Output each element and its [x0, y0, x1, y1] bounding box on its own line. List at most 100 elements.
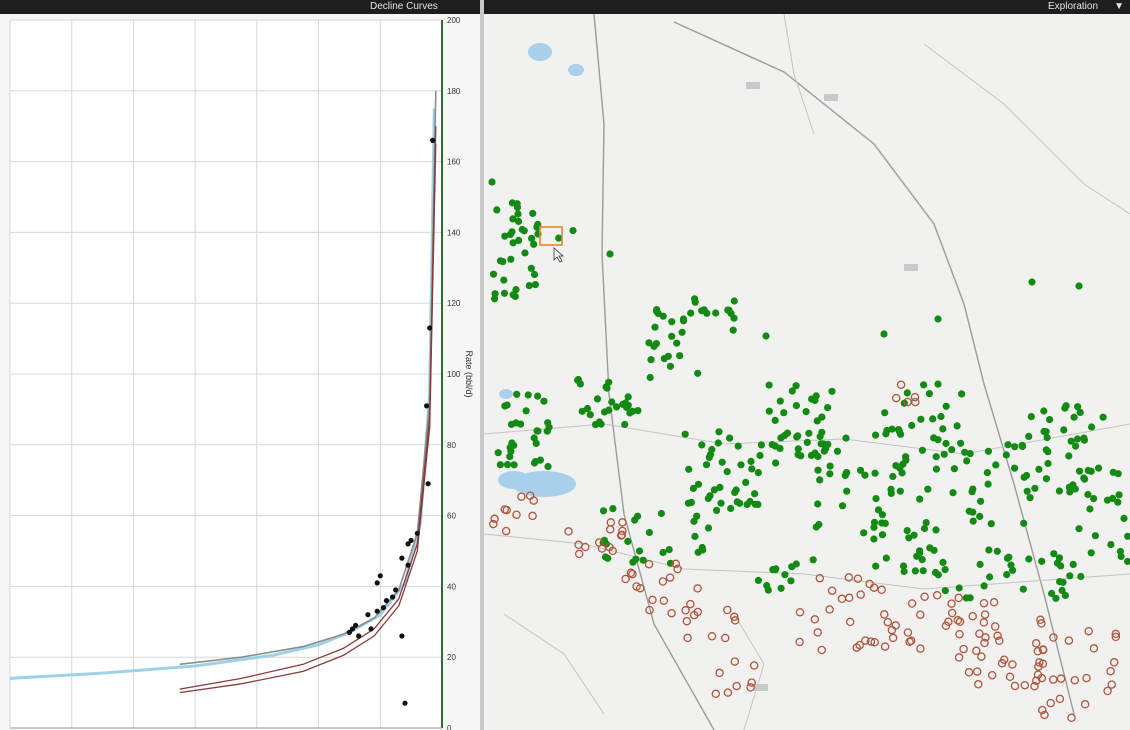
active-well-marker[interactable] — [583, 404, 592, 413]
active-well-marker[interactable] — [762, 332, 770, 340]
active-well-marker[interactable] — [718, 458, 726, 466]
active-well-marker[interactable] — [757, 441, 765, 449]
active-well-marker[interactable] — [889, 472, 897, 481]
active-well-marker[interactable] — [756, 451, 764, 460]
active-well-marker[interactable] — [764, 586, 772, 594]
active-well-marker[interactable] — [748, 465, 756, 473]
active-well-marker[interactable] — [689, 484, 697, 492]
active-well-marker[interactable] — [902, 453, 910, 461]
active-well-marker[interactable] — [507, 255, 515, 263]
active-well-marker[interactable] — [969, 508, 977, 516]
active-well-marker[interactable] — [602, 383, 610, 391]
active-well-marker[interactable] — [813, 417, 821, 425]
data-point[interactable] — [374, 608, 380, 614]
active-well-marker[interactable] — [949, 489, 957, 497]
active-well-marker[interactable] — [1065, 452, 1073, 460]
active-well-marker[interactable] — [939, 558, 947, 567]
active-well-marker[interactable] — [1046, 416, 1054, 424]
active-well-marker[interactable] — [976, 512, 984, 520]
active-well-marker[interactable] — [679, 315, 688, 323]
active-well-marker[interactable] — [708, 445, 716, 454]
active-well-marker[interactable] — [895, 426, 903, 434]
active-well-marker[interactable] — [987, 520, 995, 528]
active-well-marker[interactable] — [1077, 572, 1085, 581]
active-well-marker[interactable] — [937, 412, 945, 421]
active-well-marker[interactable] — [1004, 441, 1012, 449]
active-well-marker[interactable] — [958, 390, 966, 398]
active-well-marker[interactable] — [666, 362, 674, 370]
active-well-marker[interactable] — [586, 411, 594, 419]
active-well-marker[interactable] — [645, 339, 653, 347]
active-well-marker[interactable] — [705, 453, 713, 461]
data-point[interactable] — [377, 573, 383, 579]
active-well-marker[interactable] — [1062, 402, 1070, 410]
active-well-marker[interactable] — [860, 529, 868, 537]
active-well-marker[interactable] — [730, 297, 738, 305]
active-well-marker[interactable] — [530, 459, 539, 467]
data-point[interactable] — [399, 633, 405, 639]
active-well-marker[interactable] — [794, 432, 802, 440]
active-well-marker[interactable] — [817, 440, 825, 448]
active-well-marker[interactable] — [918, 446, 926, 454]
active-well-marker[interactable] — [772, 459, 780, 467]
active-well-marker[interactable] — [984, 447, 992, 455]
active-well-marker[interactable] — [957, 439, 965, 447]
active-well-marker[interactable] — [508, 228, 516, 236]
active-well-marker[interactable] — [508, 199, 516, 207]
well-map-svg[interactable] — [484, 14, 1130, 730]
data-point[interactable] — [365, 612, 371, 618]
active-well-marker[interactable] — [624, 537, 632, 546]
active-well-marker[interactable] — [1120, 514, 1128, 522]
active-well-marker[interactable] — [657, 509, 665, 518]
active-well-marker[interactable] — [811, 449, 819, 457]
data-point[interactable] — [393, 587, 399, 593]
active-well-marker[interactable] — [1060, 426, 1068, 434]
active-well-marker[interactable] — [805, 429, 813, 437]
active-well-marker[interactable] — [892, 462, 900, 470]
active-well-marker[interactable] — [934, 571, 942, 579]
active-well-marker[interactable] — [1080, 474, 1088, 482]
active-well-marker[interactable] — [1075, 525, 1083, 533]
active-well-marker[interactable] — [1087, 549, 1095, 557]
active-well-marker[interactable] — [507, 447, 515, 455]
data-point[interactable] — [356, 633, 362, 639]
active-well-marker[interactable] — [872, 495, 880, 503]
active-well-marker[interactable] — [1055, 487, 1063, 495]
active-well-marker[interactable] — [499, 258, 507, 266]
active-well-marker[interactable] — [500, 289, 509, 297]
active-well-marker[interactable] — [777, 584, 785, 592]
active-well-marker[interactable] — [742, 478, 750, 486]
active-well-marker[interactable] — [929, 415, 937, 423]
active-well-marker[interactable] — [950, 465, 958, 473]
active-well-marker[interactable] — [1040, 407, 1048, 415]
data-point[interactable] — [424, 403, 430, 409]
filter-icon[interactable]: ▼ — [1114, 0, 1124, 14]
active-well-marker[interactable] — [732, 486, 740, 494]
active-well-marker[interactable] — [776, 397, 784, 405]
active-well-marker[interactable] — [665, 546, 673, 554]
active-well-marker[interactable] — [540, 397, 548, 405]
active-well-marker[interactable] — [754, 469, 762, 477]
active-well-marker[interactable] — [1038, 557, 1046, 565]
active-well-marker[interactable] — [717, 499, 725, 507]
active-well-marker[interactable] — [676, 352, 684, 360]
active-well-marker[interactable] — [942, 402, 950, 410]
active-well-marker[interactable] — [881, 519, 889, 527]
decline-curve-chart[interactable]: 200 180 160 140 120 100 80 60 40 20 0 Rate (bbl/d) — [0, 14, 480, 730]
active-well-marker[interactable] — [599, 507, 608, 515]
active-well-marker[interactable] — [942, 439, 950, 448]
well-map[interactable] — [484, 14, 1130, 730]
active-well-marker[interactable] — [1095, 464, 1103, 472]
active-well-marker[interactable] — [513, 390, 521, 398]
active-well-marker[interactable] — [522, 407, 530, 415]
active-well-marker[interactable] — [619, 400, 627, 408]
active-well-marker[interactable] — [896, 487, 904, 495]
active-well-marker[interactable] — [668, 332, 676, 340]
active-well-marker[interactable] — [651, 323, 659, 331]
active-well-marker[interactable] — [783, 429, 792, 437]
active-well-marker[interactable] — [939, 425, 947, 433]
active-well-marker[interactable] — [843, 487, 851, 495]
active-well-marker[interactable] — [601, 553, 610, 561]
active-well-marker[interactable] — [814, 500, 822, 508]
active-well-marker[interactable] — [754, 576, 762, 585]
